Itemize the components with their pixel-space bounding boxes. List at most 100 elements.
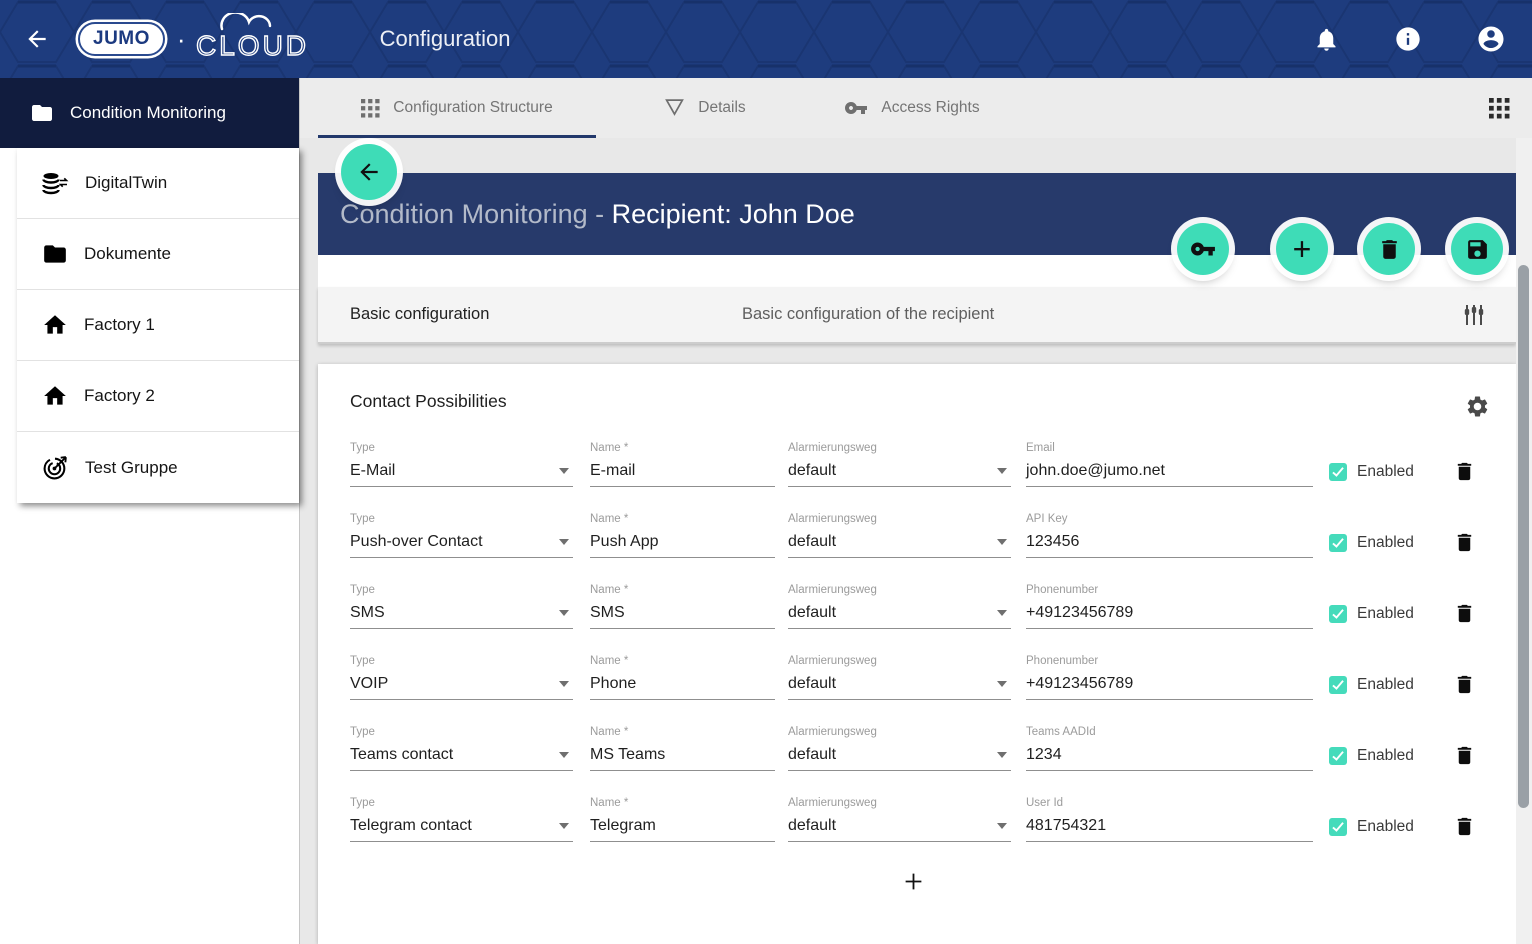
sidebar-item-dokumente[interactable]: Dokumente <box>17 219 299 290</box>
contact-row: Type VOIP Name * Phone <box>350 655 1476 700</box>
type-select[interactable]: Type Teams contact <box>350 726 573 771</box>
back-arrow-icon <box>356 159 382 185</box>
gear-icon <box>1465 394 1490 419</box>
sidebar-item-factory-2[interactable]: Factory 2 <box>17 361 299 432</box>
vertical-scrollbar[interactable] <box>1516 138 1532 944</box>
enabled-label: Enabled <box>1357 747 1414 765</box>
delete-contact-button[interactable] <box>1453 531 1476 557</box>
checkbox-checked-icon <box>1329 818 1347 836</box>
dropdown-arrow-icon <box>997 468 1007 474</box>
delete-contact-button[interactable] <box>1453 815 1476 841</box>
delete-button[interactable] <box>1363 223 1415 275</box>
dropdown-arrow-icon <box>559 610 569 616</box>
sidebar-item-digitaltwin[interactable]: DigitalTwin <box>17 148 299 219</box>
name-input[interactable]: Name * Phone <box>590 655 775 700</box>
type-select[interactable]: Type E-Mail <box>350 442 573 487</box>
scrollbar-thumb[interactable] <box>1518 265 1529 808</box>
key-icon <box>1190 236 1216 262</box>
name-input[interactable]: Name * E-mail <box>590 442 775 487</box>
trash-icon <box>1453 744 1476 767</box>
name-value: Push App <box>590 533 659 550</box>
add-button[interactable]: + <box>1276 223 1328 275</box>
enabled-label: Enabled <box>1357 676 1414 694</box>
sidebar-item-test-gruppe[interactable]: Test Gruppe <box>17 432 299 503</box>
alarmierungsweg-select[interactable]: Alarmierungsweg default <box>788 726 1011 771</box>
enabled-checkbox[interactable]: Enabled <box>1329 676 1414 694</box>
type-value: SMS <box>350 604 385 621</box>
enabled-checkbox[interactable]: Enabled <box>1329 747 1414 765</box>
tab-access-rights[interactable]: Access Rights <box>814 78 1010 138</box>
trash-icon <box>1453 531 1476 554</box>
name-label: Name * <box>590 584 775 596</box>
add-contact-button[interactable] <box>900 868 927 898</box>
recipient-banner: Condition Monitoring - Recipient: John D… <box>318 173 1516 255</box>
delete-contact-button[interactable] <box>1453 744 1476 770</box>
contact-rows: Type E-Mail Name * E-mail <box>350 442 1476 842</box>
alarmierungsweg-select[interactable]: Alarmierungsweg default <box>788 513 1011 558</box>
tune-icon[interactable] <box>1462 303 1486 327</box>
contact-row: Type E-Mail Name * E-mail <box>350 442 1476 487</box>
contact-address-label: Phonenumber <box>1026 655 1313 667</box>
info-icon[interactable] <box>1394 25 1422 53</box>
enabled-checkbox[interactable]: Enabled <box>1329 818 1414 836</box>
name-input[interactable]: Name * MS Teams <box>590 726 775 771</box>
basic-configuration-panel[interactable]: Basic configuration Basic configuration … <box>318 287 1516 344</box>
enabled-label: Enabled <box>1357 818 1414 836</box>
contact-address-label: Teams AADId <box>1026 726 1313 738</box>
back-arrow-icon[interactable] <box>24 26 50 52</box>
type-select[interactable]: Type VOIP <box>350 655 573 700</box>
save-button[interactable] <box>1451 223 1503 275</box>
delete-contact-button[interactable] <box>1453 602 1476 628</box>
dropdown-arrow-icon <box>559 752 569 758</box>
grid-icon[interactable] <box>1489 98 1510 119</box>
delete-contact-button[interactable] <box>1453 673 1476 699</box>
key-icon <box>844 96 868 120</box>
alarmierungsweg-select[interactable]: Alarmierungsweg default <box>788 797 1011 842</box>
contact-address-input[interactable]: API Key 123456 <box>1026 513 1313 558</box>
page-title: Configuration <box>380 26 511 52</box>
settings-button[interactable] <box>1465 394 1490 422</box>
alarmierungsweg-label: Alarmierungsweg <box>788 797 1011 809</box>
contact-address-input[interactable]: User Id 481754321 <box>1026 797 1313 842</box>
contact-address-input[interactable]: Email john.doe@jumo.net <box>1026 442 1313 487</box>
alarmierungsweg-label: Alarmierungsweg <box>788 442 1011 454</box>
name-input[interactable]: Name * Telegram <box>590 797 775 842</box>
contact-address-label: Phonenumber <box>1026 584 1313 596</box>
enabled-checkbox[interactable]: Enabled <box>1329 463 1414 481</box>
alarmierungsweg-select[interactable]: Alarmierungsweg default <box>788 584 1011 629</box>
enabled-checkbox[interactable]: Enabled <box>1329 605 1414 623</box>
alarmierungsweg-value: default <box>788 533 836 550</box>
folder-icon <box>30 101 54 125</box>
jumo-logo: JUMO <box>78 22 165 56</box>
type-select[interactable]: Type Push-over Contact <box>350 513 573 558</box>
alarmierungsweg-select[interactable]: Alarmierungsweg default <box>788 655 1011 700</box>
key-button[interactable] <box>1177 223 1229 275</box>
tab-configuration-structure[interactable]: Configuration Structure <box>318 78 596 138</box>
trash-icon <box>1453 460 1476 483</box>
enabled-label: Enabled <box>1357 463 1414 481</box>
contact-address-input[interactable]: Phonenumber +49123456789 <box>1026 584 1313 629</box>
alarmierungsweg-select[interactable]: Alarmierungsweg default <box>788 442 1011 487</box>
name-label: Name * <box>590 655 775 667</box>
name-input[interactable]: Name * SMS <box>590 584 775 629</box>
name-value: Phone <box>590 675 636 692</box>
navigation-sidebar: Condition Monitoring DigitalTwin Dokumen… <box>0 78 300 944</box>
enabled-checkbox[interactable]: Enabled <box>1329 534 1414 552</box>
delete-contact-button[interactable] <box>1453 460 1476 486</box>
contact-address-input[interactable]: Teams AADId 1234 <box>1026 726 1313 771</box>
sidebar-item-condition-monitoring[interactable]: Condition Monitoring <box>0 78 299 148</box>
back-button[interactable] <box>341 144 397 200</box>
type-select[interactable]: Type SMS <box>350 584 573 629</box>
sidebar-item-label: DigitalTwin <box>85 173 167 193</box>
contact-address-input[interactable]: Phonenumber +49123456789 <box>1026 655 1313 700</box>
name-input[interactable]: Name * Push App <box>590 513 775 558</box>
checkbox-checked-icon <box>1329 747 1347 765</box>
bell-icon[interactable] <box>1313 26 1340 53</box>
type-label: Type <box>350 726 573 738</box>
name-value: Telegram <box>590 817 656 834</box>
type-select[interactable]: Type Telegram contact <box>350 797 573 842</box>
tab-details[interactable]: Details <box>596 78 814 138</box>
sidebar-item-factory-1[interactable]: Factory 1 <box>17 290 299 361</box>
account-icon[interactable] <box>1476 24 1506 54</box>
contact-row: Type Push-over Contact Name * Push App <box>350 513 1476 558</box>
